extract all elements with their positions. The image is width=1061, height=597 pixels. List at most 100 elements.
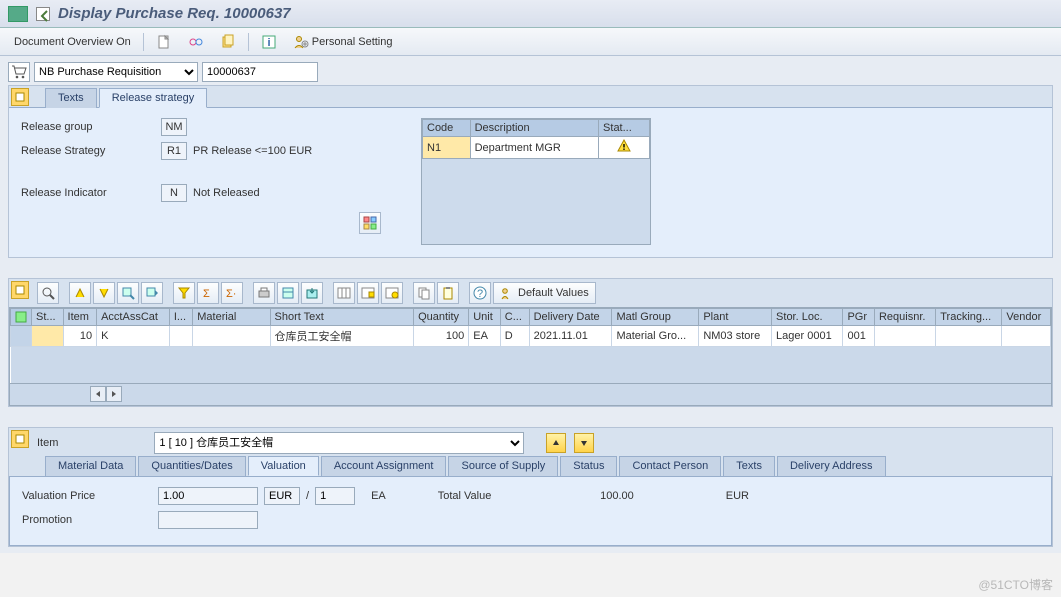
scroll-right-icon[interactable]	[106, 386, 122, 402]
item-prev-button[interactable]	[546, 433, 566, 453]
app-logo-icon	[8, 6, 28, 22]
col-vendor[interactable]: Vendor	[1002, 309, 1051, 326]
export-icon[interactable]	[301, 282, 323, 304]
tab-texts-detail[interactable]: Texts	[723, 456, 775, 476]
valuation-price-row: Valuation Price / EA Total Value 100.00 …	[22, 487, 1039, 505]
total-icon[interactable]: Σ	[197, 282, 219, 304]
document-number-input[interactable]	[202, 62, 318, 82]
default-values-button[interactable]: Default Values	[493, 282, 596, 304]
copy-icon[interactable]	[413, 282, 435, 304]
col-unit[interactable]: Unit	[469, 309, 501, 326]
total-value: 100.00	[534, 490, 634, 502]
application-toolbar: Document Overview On i Personal Setting	[0, 28, 1061, 56]
tab-account-assignment[interactable]: Account Assignment	[321, 456, 447, 476]
create-icon[interactable]	[152, 34, 176, 50]
svg-text:?: ?	[477, 288, 483, 300]
col-tracking[interactable]: Tracking...	[936, 309, 1002, 326]
col-itemcat[interactable]: I...	[169, 309, 192, 326]
cell-sloc: Lager 0001	[772, 326, 843, 347]
cell-c: D	[500, 326, 529, 347]
tab-release-strategy[interactable]: Release strategy	[99, 88, 208, 108]
tab-contact-person[interactable]: Contact Person	[619, 456, 721, 476]
total-currency: EUR	[726, 490, 749, 502]
details-icon[interactable]	[37, 282, 59, 304]
layout-save-icon[interactable]	[357, 282, 379, 304]
layout-manage-icon[interactable]	[381, 282, 403, 304]
tab-status[interactable]: Status	[560, 456, 617, 476]
clipboard-icon[interactable]	[437, 282, 459, 304]
back-icon[interactable]	[36, 7, 50, 21]
valuation-price-label: Valuation Price	[22, 490, 152, 502]
grid-row[interactable]: 10 K 仓库员工安全帽 100 EA D 2021.11.01 Materia…	[11, 326, 1051, 347]
release-codes-panel: Code Description Stat... N1 Department M…	[421, 118, 651, 245]
col-material[interactable]: Material	[193, 309, 270, 326]
info-icon[interactable]: i	[257, 34, 281, 50]
item-next-button[interactable]	[574, 433, 594, 453]
release-row[interactable]: N1 Department MGR	[423, 137, 650, 159]
col-status[interactable]: St...	[32, 309, 64, 326]
find-icon[interactable]	[117, 282, 139, 304]
layout-icon[interactable]	[359, 212, 381, 234]
cell-shorttext: 仓库员工安全帽	[270, 326, 414, 347]
valuation-currency-input[interactable]	[264, 487, 300, 505]
select-all-icon[interactable]	[11, 309, 32, 326]
cell-code: N1	[423, 137, 471, 159]
col-matlgroup[interactable]: Matl Group	[612, 309, 699, 326]
promotion-input[interactable]	[158, 511, 258, 529]
display-change-icon[interactable]	[184, 34, 208, 50]
collapse-header-button[interactable]	[11, 88, 29, 106]
tab-delivery-address[interactable]: Delivery Address	[777, 456, 886, 476]
cell-deliv: 2021.11.01	[529, 326, 612, 347]
tab-source-supply[interactable]: Source of Supply	[448, 456, 558, 476]
col-delivdate[interactable]: Delivery Date	[529, 309, 612, 326]
valuation-price-input[interactable]	[158, 487, 258, 505]
release-strategy-text: PR Release <=100 EUR	[193, 145, 312, 157]
col-plant[interactable]: Plant	[699, 309, 772, 326]
collapse-detail-button[interactable]	[11, 430, 29, 448]
grid-scrollbar[interactable]	[90, 386, 122, 402]
scroll-left-icon[interactable]	[90, 386, 106, 402]
col-shorttext[interactable]: Short Text	[270, 309, 414, 326]
document-type-select[interactable]: NB Purchase Requisition	[34, 62, 198, 82]
cell-requisnr	[874, 326, 935, 347]
subtotal-icon[interactable]: Σ·	[221, 282, 243, 304]
find-next-icon[interactable]	[141, 282, 163, 304]
item-select[interactable]: 1 [ 10 ] 仓库员工安全帽	[154, 432, 524, 454]
document-overview-button[interactable]: Document Overview On	[10, 36, 135, 48]
separator	[143, 33, 144, 51]
sort-asc-icon[interactable]	[69, 282, 91, 304]
col-requisnr[interactable]: Requisnr.	[874, 309, 935, 326]
views-icon[interactable]	[277, 282, 299, 304]
col-item[interactable]: Item	[63, 309, 97, 326]
collapse-items-button[interactable]	[11, 281, 29, 299]
tab-quantities-dates[interactable]: Quantities/Dates	[138, 456, 245, 476]
layout-icon[interactable]	[333, 282, 355, 304]
help-icon[interactable]: ?	[469, 282, 491, 304]
cell-unit: EA	[469, 326, 501, 347]
print-icon[interactable]	[253, 282, 275, 304]
filter-icon[interactable]	[173, 282, 195, 304]
cart-icon[interactable]	[8, 62, 30, 82]
col-storloc[interactable]: Stor. Loc.	[772, 309, 843, 326]
sort-desc-icon[interactable]	[93, 282, 115, 304]
col-quantity[interactable]: Quantity	[414, 309, 469, 326]
other-pr-icon[interactable]	[216, 34, 240, 50]
release-strategy-body: Release group NM Release Strategy R1 PR …	[9, 107, 1052, 257]
tab-valuation[interactable]: Valuation	[248, 456, 319, 476]
personal-setting-button[interactable]: Personal Setting	[289, 34, 397, 50]
release-strategy-label: Release Strategy	[21, 145, 161, 157]
separator	[248, 33, 249, 51]
col-pgr[interactable]: PGr	[843, 309, 875, 326]
detail-tabs: Material Data Quantities/Dates Valuation…	[45, 456, 1052, 476]
tab-material-data[interactable]: Material Data	[45, 456, 136, 476]
cell-plant: NM03 store	[699, 326, 772, 347]
valuation-per-input[interactable]	[315, 487, 355, 505]
grid-footer	[10, 383, 1051, 405]
grid-toolbar: Σ Σ· ? Default Values	[9, 279, 1052, 307]
col-status: Stat...	[599, 120, 650, 137]
tab-texts[interactable]: Texts	[45, 88, 97, 108]
col-c[interactable]: C...	[500, 309, 529, 326]
col-acctasscat[interactable]: AcctAssCat	[97, 309, 170, 326]
page-title: Display Purchase Req. 10000637	[58, 5, 291, 22]
promotion-label: Promotion	[22, 514, 152, 526]
